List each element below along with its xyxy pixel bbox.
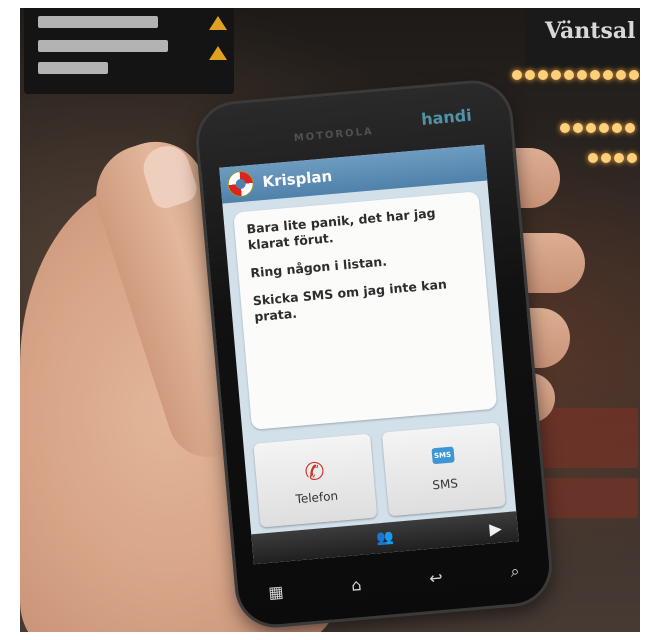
telefon-button[interactable]: ✆ Telefon — [253, 433, 378, 528]
hardware-keys: ▦ ⌂ ↩ ⌕ — [268, 561, 521, 603]
plan-message: Bara lite panik, det har jag klarat föru… — [245, 205, 437, 253]
bench — [532, 478, 638, 518]
app-title: Krisplan — [261, 167, 333, 192]
play-icon[interactable]: ▶ — [489, 518, 503, 538]
station-sign-left — [24, 8, 234, 94]
photo: Väntsal MOTOROLA handi Krisplan Bara lit… — [20, 8, 640, 632]
action-buttons: ✆ Telefon SMS SMS — [253, 422, 506, 528]
lifebuoy-icon — [227, 170, 254, 197]
phone-handset-icon: ✆ — [303, 456, 326, 487]
contacts-icon[interactable]: 👥 — [376, 529, 395, 546]
arrow-icon — [209, 16, 227, 30]
smartphone: MOTOROLA handi Krisplan Bara lite panik,… — [195, 80, 553, 628]
search-icon[interactable]: ⌕ — [510, 561, 521, 582]
ceiling-lights — [588, 153, 637, 163]
arrow-icon — [209, 46, 227, 60]
sign-text: Väntsal — [545, 18, 636, 44]
phone-screen: Krisplan Bara lite panik, det har jag kl… — [219, 144, 519, 565]
sms-label: SMS — [431, 476, 459, 493]
telefon-label: Telefon — [294, 488, 339, 507]
brand-logo: MOTOROLA — [293, 126, 375, 145]
plan-message: Skicka SMS om jag inte kan prata. — [252, 276, 448, 325]
ceiling-lights — [560, 123, 635, 133]
handi-badge: handi — [420, 105, 473, 129]
menu-icon[interactable]: ▦ — [268, 582, 285, 603]
station-sign-right: Väntsal — [525, 8, 640, 68]
sms-bubble-icon: SMS — [430, 446, 455, 465]
ceiling-lights — [512, 70, 639, 80]
sms-button[interactable]: SMS SMS — [381, 422, 506, 517]
back-icon[interactable]: ↩ — [428, 568, 443, 589]
crisis-plan-card: Bara lite panik, det har jag klarat föru… — [233, 191, 498, 430]
home-icon[interactable]: ⌂ — [350, 575, 362, 596]
